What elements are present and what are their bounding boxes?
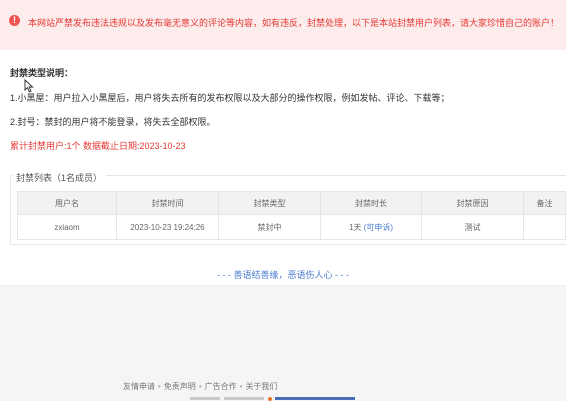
- cell-ban-reason: 测试: [421, 214, 524, 240]
- ban-stats: 累计封禁用户:1个 数据截止日期:2023-10-23: [10, 141, 186, 151]
- column-header: 封禁时间: [116, 191, 219, 215]
- explain-line-blackroom: 1.小黑屋：用户拉入小黑屋后，用户将失去所有的发布权限以及大部分的操作权限，例如…: [10, 93, 450, 103]
- separator: •: [158, 382, 161, 391]
- ban-table: 用户名 封禁时间 封禁类型 封禁时长 封禁原因 备注 zxiaom 2023-1…: [17, 191, 566, 240]
- cell-ban-duration: 1天 (可申诉): [320, 214, 422, 240]
- explain-line-ban: 2.封号：禁封的用户将不能登录，将失去全部权限。: [10, 117, 216, 127]
- cell-ban-type: 禁封中: [218, 214, 321, 240]
- column-header: 备注: [523, 191, 566, 215]
- column-header: 封禁时长: [320, 191, 422, 215]
- notice-banner: ! 本网站严禁发布违法违规以及发布毫无意义的评论等内容，如有违反，封禁处理，以下…: [0, 0, 566, 50]
- footer-link-advertising[interactable]: 广告合作: [205, 382, 237, 391]
- explain-title: 封禁类型说明：: [10, 68, 74, 78]
- column-header: 用户名: [17, 191, 117, 215]
- separator: •: [198, 382, 202, 391]
- column-header: 封禁原因: [421, 191, 524, 215]
- footer-text-blur: [190, 397, 220, 400]
- ban-list-legend: 封禁列表（1名成员）: [12, 171, 107, 184]
- slogan: - - - 善语结善缘，恶语伤人心 - - -: [217, 270, 349, 280]
- cell-ban-time: 2023-10-23 19:24:26: [116, 214, 219, 240]
- footer-info-line: [190, 397, 390, 401]
- ban-page-panel: ! 本网站严禁发布违法违规以及发布毫无意义的评论等内容，如有违反，封禁处理，以下…: [0, 0, 566, 286]
- alert-icon: !: [9, 15, 20, 26]
- duration-value: 1天: [348, 222, 362, 232]
- footer-links: 友情申请 • 免责声明 • 广告合作 • 关于我们: [123, 381, 277, 392]
- footer-link-about[interactable]: 关于我们: [245, 382, 277, 391]
- cell-note: [523, 214, 566, 240]
- appeal-link[interactable]: (可申诉): [364, 223, 393, 232]
- footer-link-disclaimer[interactable]: 免责声明: [164, 382, 196, 391]
- table-row: zxiaom 2023-10-23 19:24:26 禁封中 1天 (可申诉) …: [17, 214, 566, 240]
- footer-record-link-blur: [275, 397, 355, 400]
- cell-username: zxiaom: [17, 214, 117, 240]
- notice-text: 本网站严禁发布违法违规以及发布毫无意义的评论等内容，如有违反，封禁处理，以下是本…: [28, 18, 560, 28]
- footer-link-friend-apply[interactable]: 友情申请: [123, 382, 155, 391]
- separator: •: [239, 382, 243, 391]
- footer-text-blur: [224, 397, 264, 400]
- table-header-row: 用户名 封禁时间 封禁类型 封禁时长 封禁原因 备注: [17, 191, 566, 215]
- police-badge-icon: [268, 397, 272, 401]
- column-header: 封禁类型: [218, 191, 321, 215]
